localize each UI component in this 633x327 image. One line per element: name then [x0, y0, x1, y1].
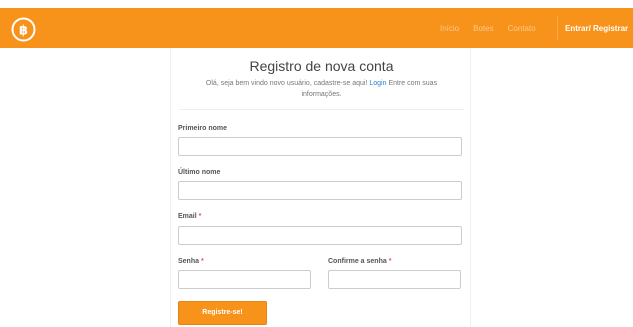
intro-text-start: Olá, seja bem vindo novo usuário, cadast…: [205, 80, 370, 87]
email-field[interactable]: [178, 226, 462, 245]
confirm-password-label-text: Confirme a senha: [328, 258, 387, 265]
required-mark: *: [388, 258, 392, 265]
last-name-label-text: Último nome: [178, 169, 221, 176]
required-mark: *: [200, 258, 204, 265]
password-label: Senha *: [178, 258, 204, 265]
first-name-label: Primeiro nome: [178, 125, 227, 132]
registration-panel: Registro de nova conta Olá, seja bem vin…: [170, 48, 471, 327]
svg-text:฿: ฿: [19, 24, 28, 39]
nav-link-inicio[interactable]: Início: [440, 24, 459, 33]
bitcoin-logo-icon[interactable]: ฿: [11, 17, 36, 42]
required-mark: *: [198, 213, 202, 220]
last-name-label: Último nome: [178, 169, 220, 176]
password-field[interactable]: [178, 270, 311, 289]
top-navbar: ฿ Início Botes Contato Entrar/ Registrar: [0, 8, 633, 48]
nav-divider: [557, 16, 558, 40]
first-name-label-text: Primeiro nome: [178, 125, 228, 132]
email-label-text: Email: [178, 213, 197, 220]
page-title: Registro de nova conta: [249, 58, 394, 74]
password-label-text: Senha: [178, 258, 200, 265]
email-label: Email *: [178, 213, 201, 220]
intro-text: Olá, seja bem vindo novo usuário, cadast…: [186, 78, 457, 100]
last-name-field[interactable]: [178, 181, 462, 200]
divider: [179, 109, 464, 110]
confirm-password-field[interactable]: [328, 270, 461, 289]
login-register-link[interactable]: Entrar/ Registrar: [565, 8, 628, 48]
nav-link-botes[interactable]: Botes: [473, 24, 493, 33]
nav-links: Início Botes Contato: [440, 8, 550, 48]
register-button[interactable]: Registre-se!: [178, 301, 267, 325]
nav-link-contato[interactable]: Contato: [508, 24, 536, 33]
login-link[interactable]: Login: [369, 80, 386, 87]
first-name-field[interactable]: [178, 137, 462, 156]
confirm-password-label: Confirme a senha *: [328, 258, 391, 265]
